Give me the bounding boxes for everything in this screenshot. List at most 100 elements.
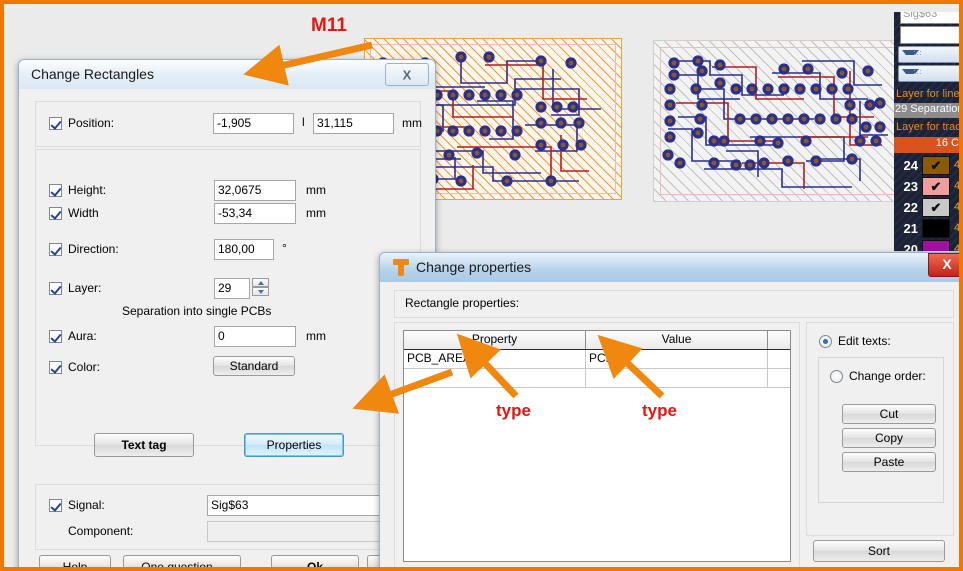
change-properties-title: Change properties — [416, 259, 531, 275]
change-properties-body: Rectangle properties: Property Value PCB… — [380, 282, 963, 571]
layer-color-swatch[interactable] — [922, 219, 950, 238]
color-standard-button[interactable]: Standard — [213, 356, 295, 376]
signal-group: Signal: Sig$63 Component: — [35, 484, 421, 550]
layer-color-swatch[interactable]: ✔ — [922, 156, 950, 175]
text-tag-button[interactable]: Text tag — [94, 433, 194, 457]
height-unit: mm — [306, 183, 326, 197]
layer-label: Layer: — [68, 281, 101, 295]
table-row[interactable] — [404, 369, 790, 388]
layer-color-swatch[interactable]: ✔ — [922, 177, 950, 196]
layer-tail: 4 — [954, 180, 959, 192]
layer-empty-field[interactable] — [900, 26, 959, 44]
component-input — [207, 521, 407, 542]
layer-tail: 4 — [954, 222, 959, 234]
spinner-up-icon[interactable] — [252, 278, 269, 287]
annotation-type-value: type — [642, 401, 677, 421]
layer-signal-field[interactable]: Sig$63 — [900, 12, 959, 24]
layer-combo-2[interactable]: L — [898, 65, 959, 82]
color-label: Color: — [68, 360, 100, 374]
position-separator: l — [302, 115, 305, 129]
tool-t-icon — [393, 259, 409, 276]
change-properties-close-button[interactable]: X — [928, 253, 963, 277]
layer-number: 22 — [898, 200, 918, 215]
table-cell-value[interactable]: PCB1 — [586, 350, 768, 368]
sort-button[interactable]: Sort — [813, 540, 945, 562]
layer-tracks-caption: Layer for trac — [896, 121, 959, 133]
signal-input[interactable]: Sig$63 — [207, 495, 407, 516]
layer-panel[interactable]: Sig$63 S L Layer for line 29 Separation … — [894, 12, 959, 252]
edit-texts-radio[interactable] — [819, 335, 832, 348]
layer-color-swatch[interactable]: ✔ — [922, 198, 950, 217]
change-rectangles-close-button[interactable]: X — [385, 63, 429, 86]
cut-button[interactable]: Cut — [842, 404, 936, 424]
table-cell-property[interactable] — [404, 369, 586, 387]
layer-number: 23 — [898, 179, 918, 194]
geometry-group: Height: 32,0675 mm Width -53,34 mm Direc… — [35, 149, 421, 446]
screenshot-frame: Sig$63 S L Layer for line 29 Separation … — [0, 0, 963, 571]
height-label: Height: — [68, 183, 106, 197]
position-group: Position: -1,905 l 31,115 mm — [35, 101, 421, 147]
pcb-panel-right[interactable] — [653, 40, 908, 202]
layer-spinner[interactable] — [252, 278, 269, 297]
aura-input[interactable]: 0 — [214, 326, 296, 347]
layer-selected-row[interactable]: 29 Separation — [894, 103, 959, 118]
change-rectangles-dialog[interactable]: Change Rectangles X Position: -1,905 l 3… — [18, 59, 436, 571]
table-cell-property[interactable]: PCB_AREA — [404, 350, 586, 368]
layer-combo-1[interactable]: S — [898, 46, 959, 63]
width-label: Width — [68, 206, 99, 220]
grip-dots-icon — [913, 69, 923, 76]
layer-active-row[interactable]: 16 C — [894, 137, 959, 153]
rectangle-properties-label: Rectangle properties: — [405, 296, 519, 310]
change-order-label: Change order: — [849, 369, 926, 383]
table-header-value[interactable]: Value — [586, 331, 768, 349]
layer-tail: 4 — [954, 201, 959, 213]
table-row[interactable]: PCB_AREA PCB1 — [404, 350, 790, 369]
layer-note: Separation into single PCBs — [122, 304, 271, 318]
width-checkbox[interactable] — [49, 207, 62, 220]
edit-texts-label: Edit texts: — [838, 334, 891, 348]
layer-row[interactable]: 22 ✔ 4 — [896, 197, 958, 219]
layer-input[interactable]: 29 — [214, 278, 250, 299]
layer-checkbox[interactable] — [49, 282, 62, 295]
position-checkbox[interactable] — [49, 117, 62, 130]
pcb-artwork-right — [654, 41, 907, 201]
table-header-row: Property Value — [404, 331, 790, 350]
copy-button[interactable]: Copy — [842, 428, 936, 448]
layer-row[interactable]: 24 ✔ 4 — [896, 155, 958, 177]
direction-checkbox[interactable] — [49, 243, 62, 256]
table-header-property[interactable]: Property — [404, 331, 586, 349]
grip-dots-icon — [913, 50, 923, 57]
change-rectangles-body: Position: -1,905 l 31,115 mm Height: 32,… — [19, 89, 435, 570]
change-rectangles-titlebar[interactable]: Change Rectangles X — [19, 60, 435, 90]
height-input[interactable]: 32,0675 — [214, 180, 296, 201]
paste-button[interactable]: Paste — [842, 452, 936, 472]
height-checkbox[interactable] — [49, 184, 62, 197]
layer-row[interactable]: 23 ✔ 4 — [896, 176, 958, 198]
properties-table[interactable]: Property Value PCB_AREA PCB1 — [403, 330, 791, 562]
position-x-input[interactable]: -1,905 — [213, 113, 294, 134]
one-question-button[interactable]: One question... — [123, 555, 241, 571]
component-label: Component: — [68, 524, 133, 538]
help-button[interactable]: Help — [39, 555, 111, 571]
properties-table-group: Property Value PCB_AREA PCB1 — [394, 322, 800, 571]
change-properties-titlebar[interactable]: Change properties X — [380, 253, 963, 283]
spinner-down-icon[interactable] — [252, 287, 269, 296]
width-input[interactable]: -53,34 — [214, 203, 296, 224]
change-order-radio[interactable] — [830, 370, 843, 383]
table-cell-value[interactable] — [586, 369, 768, 387]
signal-checkbox[interactable] — [49, 499, 62, 512]
position-y-input[interactable]: 31,115 — [313, 113, 394, 134]
aura-checkbox[interactable] — [49, 330, 62, 343]
annotation-m11: M11 — [311, 15, 347, 37]
direction-input[interactable]: 180,00 — [214, 239, 274, 260]
edit-mode-group: Edit texts: Change order: Cut Copy Paste — [806, 322, 954, 536]
properties-button[interactable]: Properties — [244, 433, 344, 457]
layer-row[interactable]: 21 4 — [896, 218, 958, 240]
direction-label: Direction: — [68, 242, 119, 256]
annotation-type-property: type — [496, 401, 531, 421]
layer-number: 24 — [898, 158, 918, 173]
rectangle-properties-section: Rectangle properties: — [394, 290, 954, 318]
color-checkbox[interactable] — [49, 361, 62, 374]
ok-button[interactable]: Ok — [271, 555, 359, 571]
position-unit: mm — [402, 116, 422, 130]
